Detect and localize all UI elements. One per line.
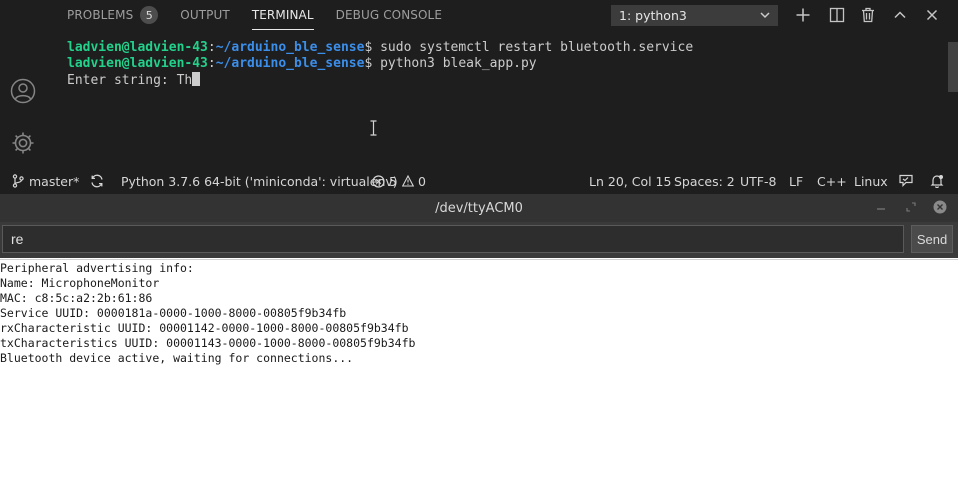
terminal-output[interactable]: ladvien@ladvien-43:~/arduino_ble_sense$ … (67, 40, 693, 89)
notifications-bell-icon[interactable] (930, 168, 944, 194)
account-icon[interactable] (10, 78, 36, 104)
panel-tabs: PROBLEMS 5 OUTPUT TERMINAL DEBUG CONSOLE (52, 0, 449, 30)
new-terminal-icon[interactable] (794, 6, 812, 24)
terminal-input-line: Enter string: Th (67, 72, 693, 89)
chevron-down-icon (759, 8, 771, 25)
terminal-prompt: $ (364, 56, 381, 71)
tab-debug-console[interactable]: DEBUG CONSOLE (336, 0, 442, 30)
text-cursor-icon (369, 120, 378, 136)
terminal-input-prompt: Enter string: (67, 73, 177, 88)
serial-output-line: Name: MicrophoneMonitor (0, 276, 160, 290)
problems-status-item[interactable]: 5 0 (372, 168, 426, 194)
tab-problems-label: PROBLEMS (67, 8, 134, 22)
terminal-sep: : (207, 40, 216, 55)
tab-terminal-label: TERMINAL (251, 8, 314, 22)
serial-output-line: rxCharacteristic UUID: 00001142-0000-100… (0, 321, 409, 335)
error-count: 5 (389, 173, 397, 189)
terminal-input-value: Th (176, 73, 193, 88)
feedback-icon[interactable] (899, 168, 913, 194)
python-interpreter-item[interactable]: Python 3.7.6 64-bit ('miniconda': virtua… (121, 168, 398, 194)
tab-output[interactable]: OUTPUT (180, 0, 230, 30)
git-branch-item[interactable]: master* (12, 168, 79, 194)
error-icon (372, 174, 385, 188)
git-branch-icon (12, 174, 24, 188)
serial-output-line: Service UUID: 0000181a-0000-1000-8000-00… (0, 306, 347, 320)
activity-bar (0, 0, 46, 168)
terminal-select-value: 1: python3 (619, 8, 687, 23)
git-branch-label: master* (29, 173, 80, 189)
terminal-command: python3 bleak_app.py (380, 56, 537, 71)
platform-item[interactable]: Linux (854, 168, 888, 194)
minimize-icon[interactable] (876, 200, 886, 214)
tab-terminal[interactable]: TERMINAL (251, 0, 314, 30)
trash-icon[interactable] (859, 6, 877, 24)
terminal-prompt: $ (364, 40, 381, 55)
eol-item[interactable]: LF (789, 168, 803, 194)
terminal-user: ladvien@ladvien-43 (67, 40, 208, 55)
sync-icon[interactable] (90, 168, 104, 194)
serial-output-line: MAC: c8:5c:a2:2b:61:86 (0, 291, 153, 305)
warning-icon (401, 175, 414, 187)
chevron-up-icon[interactable] (891, 6, 909, 24)
terminal-scrollbar[interactable] (948, 42, 958, 92)
tab-problems[interactable]: PROBLEMS 5 (67, 0, 159, 30)
serial-output-area[interactable]: Peripheral advertising info: Name: Microp… (0, 259, 958, 490)
serial-send-input[interactable] (2, 225, 904, 253)
terminal-command: sudo systemctl restart bluetooth.service (380, 40, 694, 55)
language-mode-item[interactable]: C++ (817, 168, 847, 194)
window-close-icon[interactable] (933, 200, 947, 214)
send-button[interactable]: Send (911, 225, 953, 253)
terminal-sep: : (207, 56, 216, 71)
terminal-line: ladvien@ladvien-43:~/arduino_ble_sense$ … (67, 56, 693, 72)
split-terminal-icon[interactable] (828, 6, 846, 24)
tab-debug-console-label: DEBUG CONSOLE (335, 8, 443, 22)
gear-icon[interactable] (10, 130, 36, 156)
cursor-position-item[interactable]: Ln 20, Col 15 (589, 168, 671, 194)
serial-monitor-titlebar[interactable]: /dev/ttyACM0 (0, 194, 958, 222)
serial-output-line: Peripheral advertising info: (0, 261, 194, 275)
tab-output-label: OUTPUT (180, 8, 230, 22)
serial-monitor-title: /dev/ttyACM0 (435, 200, 523, 216)
encoding-item[interactable]: UTF-8 (740, 168, 776, 194)
vscode-panel: PROBLEMS 5 OUTPUT TERMINAL DEBUG CONSOLE… (0, 0, 958, 194)
warning-count: 0 (417, 173, 426, 189)
serial-input-row: Send (0, 222, 958, 258)
terminal-cursor (192, 72, 201, 86)
status-bar: master* Python 3.7.6 64-bit ('miniconda'… (0, 168, 958, 194)
terminal-select-dropdown[interactable]: 1: python3 (611, 5, 778, 26)
serial-output-line: Bluetooth device active, waiting for con… (0, 351, 354, 365)
terminal-path: ~/arduino_ble_sense (215, 56, 365, 71)
terminal-path: ~/arduino_ble_sense (215, 40, 365, 55)
maximize-icon[interactable] (905, 200, 917, 214)
terminal-user: ladvien@ladvien-43 (67, 56, 208, 71)
indentation-item[interactable]: Spaces: 2 (674, 168, 735, 194)
terminal-line: ladvien@ladvien-43:~/arduino_ble_sense$ … (67, 40, 693, 56)
problems-count-badge: 5 (140, 6, 159, 24)
serial-output-line: txCharacteristics UUID: 00001143-0000-10… (0, 336, 416, 350)
close-icon[interactable] (923, 6, 941, 24)
